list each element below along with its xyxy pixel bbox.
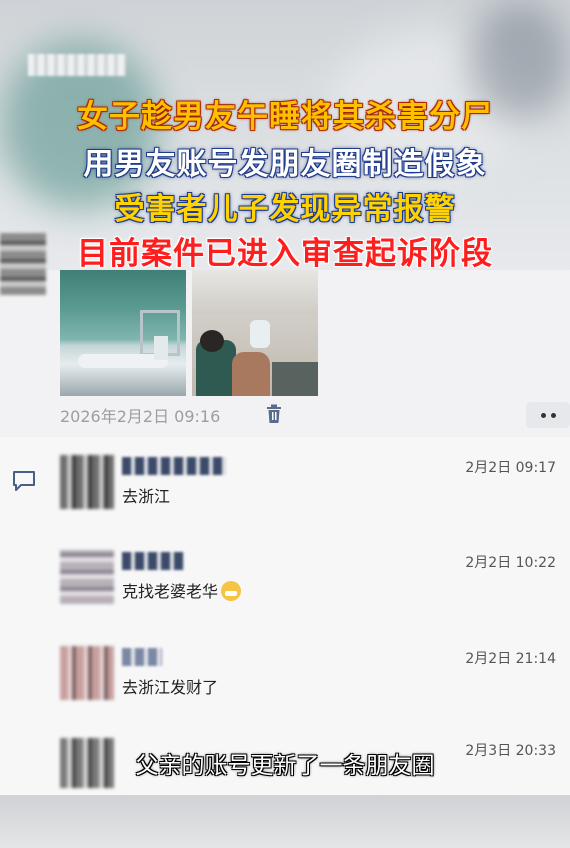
comment-time: 2月2日 10:22 xyxy=(465,555,556,571)
blurred-watermark xyxy=(28,54,126,76)
commenter-name-blurred[interactable] xyxy=(122,552,184,570)
comment-text: 克找老婆老华 xyxy=(122,578,242,602)
dot-icon xyxy=(550,412,556,418)
post-photo-cabin[interactable] xyxy=(192,270,318,396)
post-timestamp: 2026年2月2日 09:16 xyxy=(60,407,221,426)
comment-text: 去浙江发财了 xyxy=(122,678,219,697)
bottom-blur xyxy=(0,795,570,848)
post-author-avatar[interactable] xyxy=(0,233,46,295)
commenter-avatar[interactable] xyxy=(60,646,114,700)
trash-icon[interactable] xyxy=(265,404,283,424)
comment-bubble-icon xyxy=(13,471,35,491)
commenter-name-blurred[interactable] xyxy=(122,457,226,475)
video-subtitle: 父亲的账号更新了一条朋友圈 xyxy=(135,753,435,779)
comment-text: 去浙江 xyxy=(122,487,171,506)
grinning-face-icon xyxy=(221,581,242,601)
comment-row[interactable]: 去浙江 2月2日 09:17 xyxy=(60,455,570,543)
commenter-avatar[interactable] xyxy=(60,550,114,604)
headline-line-4: 目前案件已进入审查起诉阶段 xyxy=(77,236,493,272)
comment-time: 2月2日 21:14 xyxy=(465,651,556,667)
post-photo-airport[interactable] xyxy=(60,270,186,396)
comment-row[interactable]: 克找老婆老华 2月2日 10:22 xyxy=(60,550,570,638)
headline-line-3: 受害者儿子发现异常报警 xyxy=(114,192,456,227)
dot-icon xyxy=(540,412,546,418)
headline-line-1: 女子趁男友午睡将其杀害分尸 xyxy=(77,99,493,135)
commenter-avatar[interactable] xyxy=(60,455,114,509)
comment-time: 2月2日 09:17 xyxy=(465,460,556,476)
headline-line-2: 用男友账号发朋友圈制造假象 xyxy=(83,147,487,182)
comment-row[interactable]: 去浙江发财了 2月2日 21:14 xyxy=(60,646,570,734)
more-options-button[interactable] xyxy=(526,402,570,428)
commenter-name-blurred[interactable] xyxy=(122,648,162,666)
